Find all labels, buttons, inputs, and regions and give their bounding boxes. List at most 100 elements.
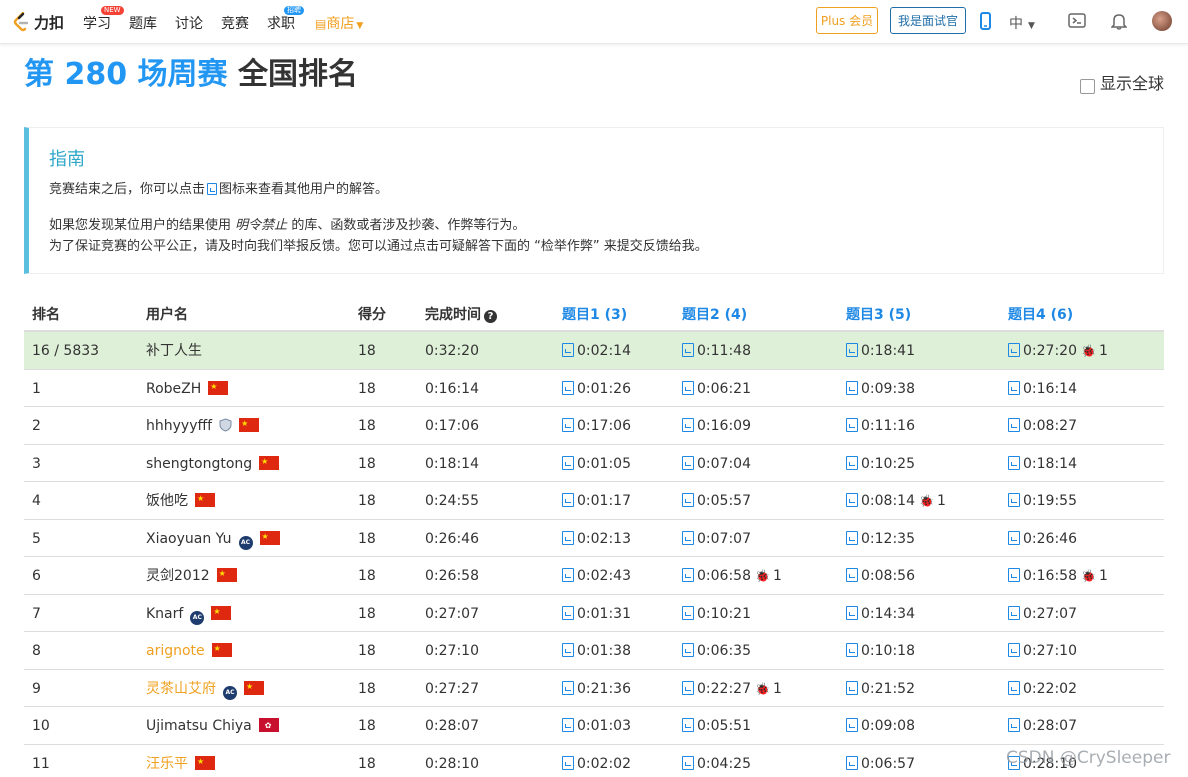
interviewer-button[interactable]: 我是面试官	[890, 7, 966, 34]
view-solution-icon[interactable]	[846, 755, 858, 770]
avatar[interactable]	[1152, 11, 1172, 31]
view-solution-icon[interactable]	[562, 643, 574, 657]
username-link[interactable]: shengtongtong	[146, 456, 252, 472]
view-solution-icon[interactable]	[682, 568, 694, 582]
view-solution-icon[interactable]	[1008, 343, 1020, 357]
nav-contest[interactable]: 竞赛	[221, 13, 249, 33]
view-solution-icon[interactable]	[1008, 455, 1020, 470]
view-solution-icon[interactable]	[846, 530, 858, 545]
q2-cell: 0:06:35	[682, 643, 751, 659]
view-solution-icon[interactable]	[1008, 530, 1020, 545]
username-link[interactable]: Ujimatsu Chiya	[146, 718, 252, 734]
q1-cell: 0:02:02	[562, 755, 631, 772]
q2-cell: 0:05:51	[682, 718, 751, 734]
view-solution-icon[interactable]	[562, 718, 574, 732]
nav-store[interactable]: ▤商店 ▼	[315, 13, 363, 33]
bell-icon[interactable]	[1111, 12, 1127, 30]
username-link[interactable]: 灵茶山艾府	[146, 681, 216, 697]
view-solution-icon[interactable]	[562, 530, 574, 545]
view-solution-icon[interactable]	[682, 680, 694, 695]
solve-time: 0:19:55	[1023, 493, 1077, 509]
header-q2[interactable]: 题目2 (4)	[682, 304, 747, 324]
username-link[interactable]: arignote	[146, 643, 205, 659]
hongkong-flag-icon	[258, 718, 279, 734]
view-solution-icon[interactable]	[1008, 418, 1020, 432]
view-solution-icon[interactable]	[682, 530, 694, 545]
table-row: 8 arignote 18 0:27:10 0:01:38 0:06:35 0:10:18 0…	[24, 632, 1164, 670]
username-link[interactable]: Xiaoyuan Yu	[146, 531, 232, 547]
finish-time-cell: 0:26:46	[425, 530, 479, 547]
terminal-icon[interactable]	[1068, 12, 1086, 30]
phone-icon[interactable]	[980, 12, 991, 30]
view-solution-icon[interactable]	[1008, 380, 1020, 395]
view-solution-icon[interactable]	[562, 680, 574, 695]
view-solution-icon[interactable]	[682, 493, 694, 507]
nav-problems[interactable]: 题库	[129, 13, 157, 33]
view-solution-icon[interactable]	[562, 568, 574, 582]
username-link[interactable]: Knarf	[146, 606, 183, 622]
view-solution-icon[interactable]	[846, 418, 858, 432]
view-solution-icon[interactable]	[562, 755, 574, 770]
view-solution-icon[interactable]	[562, 455, 574, 470]
view-solution-icon[interactable]	[846, 493, 858, 507]
q3-cell: 0:18:41	[846, 343, 915, 359]
view-solution-icon[interactable]	[1008, 718, 1020, 732]
view-solution-icon[interactable]	[562, 605, 574, 620]
username-link[interactable]: 汪乐平	[146, 756, 188, 772]
view-solution-icon[interactable]	[562, 343, 574, 357]
nav-discuss[interactable]: 讨论	[175, 13, 203, 33]
contest-name[interactable]: 第 280 场周赛	[24, 57, 228, 92]
view-solution-icon[interactable]	[682, 418, 694, 432]
view-solution-icon[interactable]	[682, 455, 694, 470]
view-solution-icon[interactable]	[1008, 605, 1020, 620]
solve-time: 0:22:27	[697, 680, 751, 697]
view-solution-icon[interactable]	[562, 380, 574, 395]
view-solution-icon[interactable]	[682, 718, 694, 732]
view-solution-icon[interactable]	[682, 605, 694, 620]
finish-time-cell: 0:27:10	[425, 643, 479, 659]
view-solution-icon[interactable]	[846, 380, 858, 395]
view-solution-icon[interactable]	[1008, 493, 1020, 507]
username-link[interactable]: RobeZH	[146, 381, 201, 397]
username-link[interactable]: hhhyyyfff	[146, 418, 212, 434]
new-badge: NEW	[101, 6, 124, 15]
table-row: 10 Ujimatsu Chiya 18 0:28:07 0:01:03 0:05:51 0…	[24, 707, 1164, 745]
leetcode-logo[interactable]: 力扣	[13, 12, 64, 32]
ac-badge-icon: AC	[223, 685, 237, 700]
score-cell: 18	[358, 568, 376, 584]
view-solution-icon[interactable]	[562, 493, 574, 507]
header-q4[interactable]: 题目4 (6)	[1008, 304, 1073, 324]
table-row: 1 RobeZH 18 0:16:14 0:01:26 0:06:21 0:09:38 0:1…	[24, 370, 1164, 407]
view-solution-icon[interactable]	[1008, 643, 1020, 657]
view-solution-icon[interactable]	[682, 343, 694, 357]
view-solution-icon[interactable]	[846, 718, 858, 732]
header-q3[interactable]: 题目3 (5)	[846, 304, 911, 324]
view-solution-icon[interactable]	[562, 418, 574, 432]
username-link[interactable]: 灵剑2012	[146, 568, 210, 584]
view-solution-icon[interactable]	[682, 380, 694, 395]
view-solution-icon[interactable]	[1008, 680, 1020, 695]
view-solution-icon[interactable]	[682, 755, 694, 770]
view-solution-icon[interactable]	[846, 455, 858, 470]
nav-learn[interactable]: 学习	[83, 13, 111, 33]
view-solution-icon[interactable]	[1008, 568, 1020, 582]
view-solution-icon[interactable]	[846, 605, 858, 620]
view-solution-icon[interactable]	[846, 680, 858, 695]
q2-cell: 0:10:21	[682, 605, 751, 622]
header-q1[interactable]: 题目1 (3)	[562, 304, 627, 324]
plus-member-button[interactable]: Plus 会员	[816, 7, 878, 34]
username-link[interactable]: 饭他吃	[146, 493, 188, 509]
show-global-checkbox[interactable]	[1080, 79, 1095, 94]
score-cell: 18	[358, 680, 376, 697]
show-global-toggle[interactable]: 显示全球	[1080, 70, 1164, 94]
china-flag-icon	[239, 416, 260, 432]
nav-jobs[interactable]: 求职	[267, 13, 295, 33]
solve-time: 0:05:51	[697, 718, 751, 734]
question-icon[interactable]: ?	[484, 310, 497, 323]
view-solution-icon[interactable]	[846, 343, 858, 357]
view-solution-icon[interactable]	[682, 643, 694, 657]
view-solution-icon[interactable]	[846, 643, 858, 657]
language-selector[interactable]: 中 ▼	[1009, 13, 1035, 33]
view-solution-icon[interactable]	[846, 568, 858, 582]
username-link[interactable]: 补丁人生	[146, 343, 202, 359]
